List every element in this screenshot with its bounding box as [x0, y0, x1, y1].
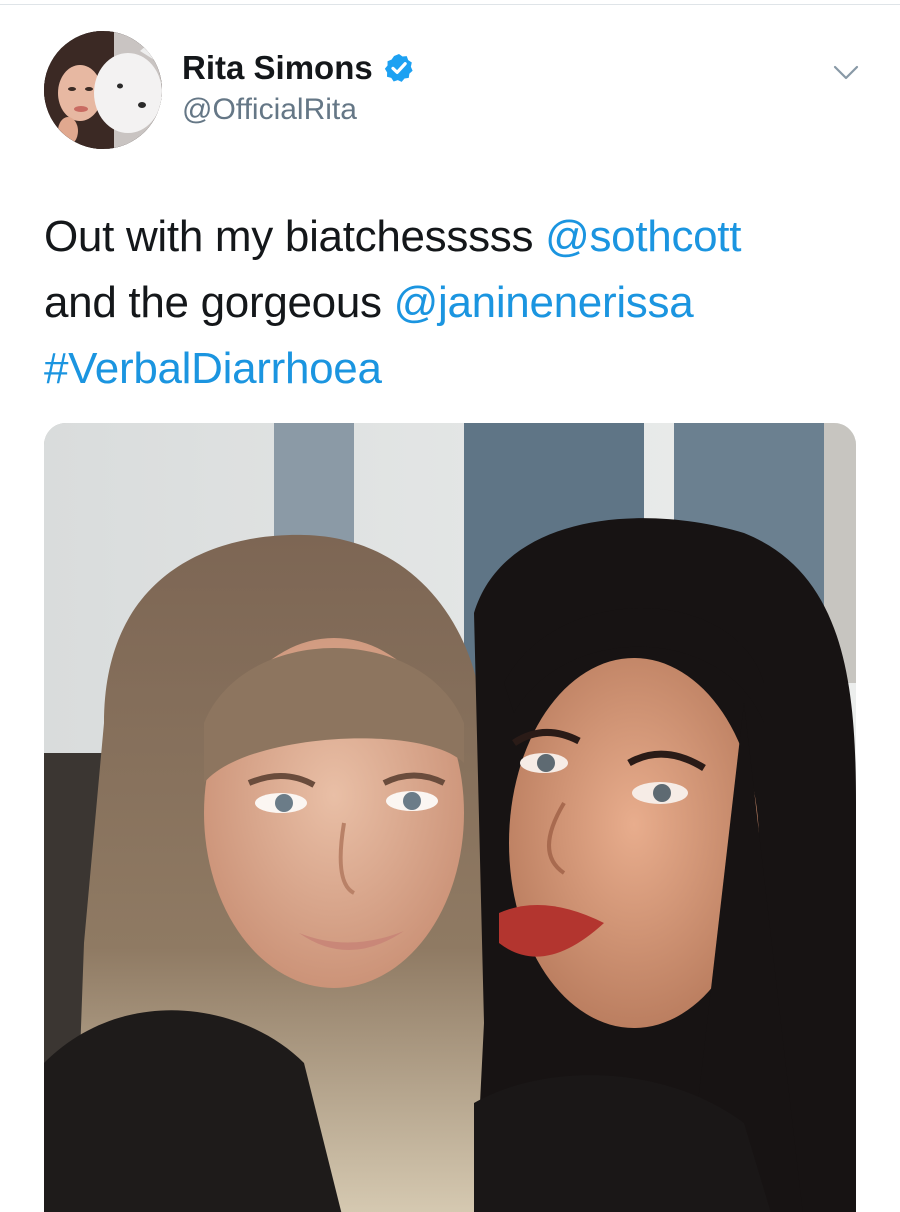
- selfie-photo: [44, 423, 856, 1212]
- author-display-name[interactable]: Rita Simons: [182, 49, 415, 87]
- tweet-card: Rita Simons @OfficialRita Out with my bi…: [0, 0, 900, 1212]
- verified-badge-icon: [383, 52, 415, 84]
- hashtag-link-verbaldiarrhoea[interactable]: #VerbalDiarrhoea: [44, 344, 382, 393]
- top-divider: [0, 4, 900, 5]
- chevron-down-icon[interactable]: [832, 58, 860, 86]
- mention-link-janinenerissa[interactable]: @janinenerissa: [394, 278, 694, 327]
- tweet-photo[interactable]: [44, 423, 856, 1212]
- avatar-image: [44, 31, 162, 149]
- tweet-line-3: #VerbalDiarrhoea: [44, 336, 874, 402]
- author-name-text: Rita Simons: [182, 49, 373, 86]
- mention-link-sothcott[interactable]: @sothcott: [545, 212, 741, 261]
- tweet-text-segment: Out with my biatchesssss: [44, 212, 546, 261]
- tweet-body: Out with my biatchesssss @sothcott and t…: [44, 204, 874, 402]
- author-handle[interactable]: @OfficialRita: [182, 92, 357, 128]
- tweet-line-2: and the gorgeous @janinenerissa: [44, 270, 874, 336]
- tweet-line-1: Out with my biatchesssss @sothcott: [44, 204, 874, 270]
- author-avatar[interactable]: [44, 31, 162, 149]
- tweet-text-segment: and the gorgeous: [44, 278, 394, 327]
